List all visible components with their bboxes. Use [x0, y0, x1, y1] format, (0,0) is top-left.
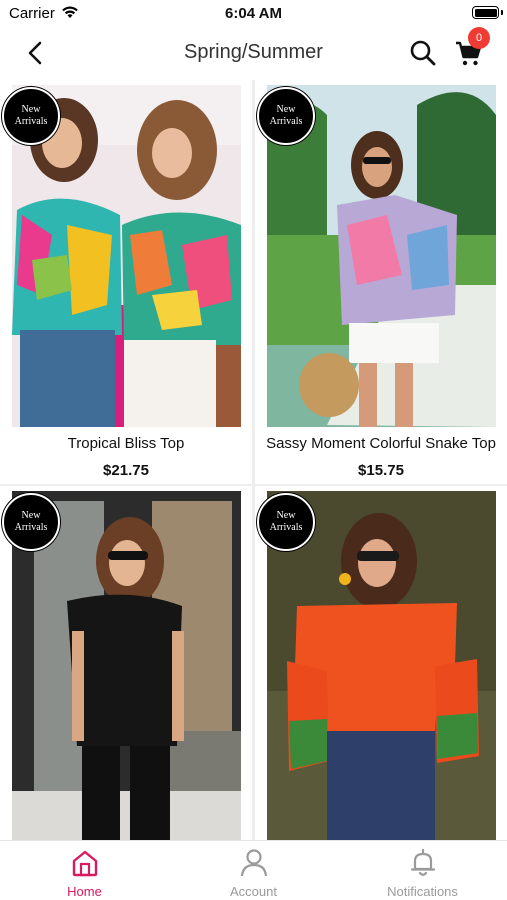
product-grid: New Arrivals Tropical Bliss Top $21.75 N…: [0, 80, 507, 840]
product-card[interactable]: New Arrivals Sassy Moment Colorful Snake …: [255, 80, 507, 484]
tab-bar: Home Account Notifications: [0, 840, 507, 900]
badge-line-1: New: [276, 104, 296, 115]
new-arrivals-badge: New Arrivals: [2, 493, 60, 551]
bell-icon: [338, 847, 507, 879]
search-icon[interactable]: [407, 37, 439, 69]
product-name[interactable]: Tropical Bliss Top: [0, 435, 252, 452]
tab-label-home: Home: [67, 884, 102, 899]
product-card[interactable]: New Arrivals Tropical Bliss Top $21.75: [0, 80, 252, 484]
new-arrivals-badge: New Arrivals: [2, 87, 60, 145]
badge-line-1: New: [276, 510, 296, 521]
new-arrivals-badge: New Arrivals: [257, 493, 315, 551]
product-card[interactable]: New Arrivals: [255, 486, 507, 840]
badge-line-2: Arrivals: [269, 116, 303, 127]
product-card[interactable]: New Arrivals: [0, 486, 252, 840]
battery-icon: [472, 6, 499, 19]
badge-line-2: Arrivals: [269, 522, 303, 533]
tab-notifications[interactable]: Notifications: [338, 841, 507, 900]
badge-line-1: New: [21, 104, 41, 115]
product-price: $21.75: [103, 462, 149, 479]
battery-tip: [501, 10, 503, 15]
status-bar: Carrier 6:04 AM: [0, 0, 507, 28]
new-arrivals-badge: New Arrivals: [257, 87, 315, 145]
tab-label-account: Account: [230, 884, 277, 899]
home-icon: [0, 847, 169, 879]
account-icon: [169, 847, 338, 879]
badge-line-2: Arrivals: [14, 116, 48, 127]
nav-bar: Spring/Summer: [0, 28, 507, 78]
tab-label-notifications: Notifications: [387, 884, 458, 899]
product-price: $15.75: [358, 462, 404, 479]
badge-line-2: Arrivals: [14, 522, 48, 533]
product-name[interactable]: Sassy Moment Colorful Snake Top: [255, 435, 507, 452]
badge-line-1: New: [21, 510, 41, 521]
clock: 6:04 AM: [225, 5, 282, 22]
tab-home[interactable]: Home: [0, 841, 169, 900]
cart-count-badge: 0: [468, 27, 490, 49]
tab-account[interactable]: Account: [169, 841, 338, 900]
